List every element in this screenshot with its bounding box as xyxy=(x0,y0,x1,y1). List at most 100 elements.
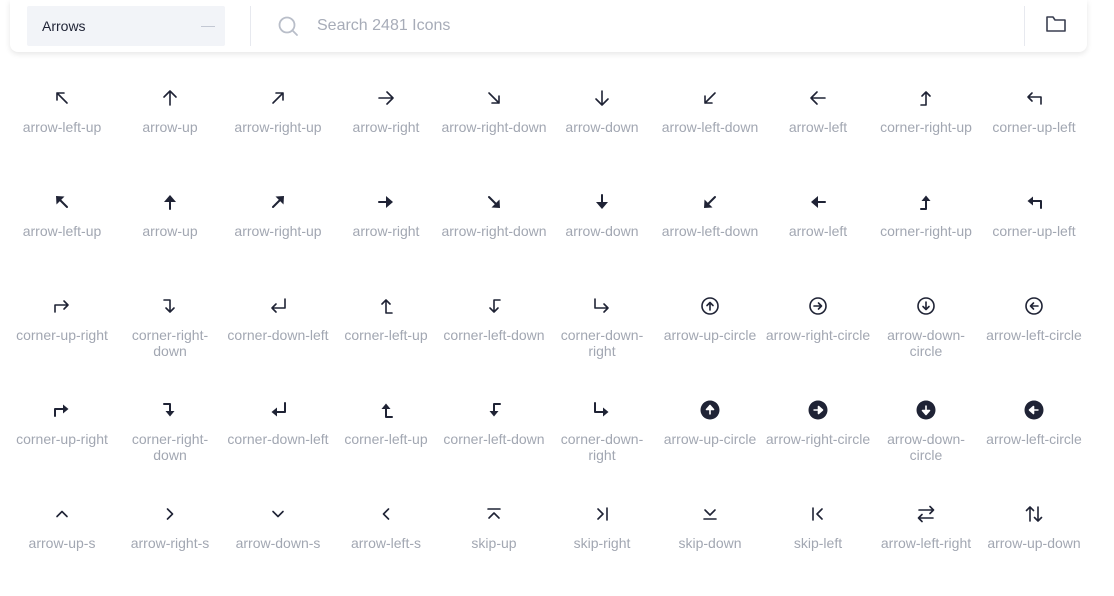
toolbar: Arrows xyxy=(10,0,1087,52)
icon-tile-arrow-down-circle[interactable]: arrow-down-circle xyxy=(872,284,980,388)
icon-tile-arrow-right[interactable]: arrow-right xyxy=(332,180,440,284)
icon-tile-arrow-down-s[interactable]: arrow-down-s xyxy=(224,492,332,596)
icon-tile-skip-up[interactable]: skip-up xyxy=(440,492,548,596)
category-select[interactable]: Arrows xyxy=(27,6,225,46)
icon-tile-skip-right[interactable]: skip-right xyxy=(548,492,656,596)
skip-left-icon xyxy=(807,503,829,525)
icon-label: skip-left xyxy=(793,535,843,551)
icon-label: arrow-left-down xyxy=(661,119,759,135)
icon-tile-arrow-up-circle[interactable]: arrow-up-circle xyxy=(656,388,764,492)
icon-label: corner-left-up xyxy=(344,431,428,447)
icon-label: arrow-right-circle xyxy=(765,327,871,343)
icon-tile-corner-left-down[interactable]: corner-left-down xyxy=(440,388,548,492)
icon-label: arrow-down-circle xyxy=(887,431,965,463)
icon-tile-arrow-up-down[interactable]: arrow-up-down xyxy=(980,492,1088,596)
search-input[interactable] xyxy=(315,5,1024,47)
icon-label: arrow-left-circle xyxy=(986,327,1082,343)
icon-tile-corner-right-down[interactable]: corner-right-down xyxy=(116,284,224,388)
icon-tile-arrow-left-up[interactable]: arrow-left-up xyxy=(8,180,116,284)
icon-tile-arrow-down-circle[interactable]: arrow-down-circle xyxy=(872,388,980,492)
icon-tile-arrow-left-right[interactable]: arrow-left-right xyxy=(872,492,980,596)
icon-tile-arrow-up[interactable]: arrow-up xyxy=(116,180,224,284)
icon-label: arrow-down-circle xyxy=(887,327,965,359)
icon-tile-arrow-left-up[interactable]: arrow-left-up xyxy=(8,76,116,180)
icon-tile-arrow-left-circle[interactable]: arrow-left-circle xyxy=(980,284,1088,388)
icon-tile-arrow-left[interactable]: arrow-left xyxy=(764,76,872,180)
arrow-up-icon xyxy=(159,191,181,213)
icon-label: arrow-right-down xyxy=(441,223,547,239)
icon-tile-arrow-right-down[interactable]: arrow-right-down xyxy=(440,180,548,284)
icon-tile-arrow-left-down[interactable]: arrow-left-down xyxy=(656,76,764,180)
icon-label: arrow-right-down xyxy=(441,119,547,135)
icon-tile-arrow-left-circle[interactable]: arrow-left-circle xyxy=(980,388,1088,492)
icon-label: arrow-up xyxy=(142,223,198,239)
icon-tile-corner-left-down[interactable]: corner-left-down xyxy=(440,284,548,388)
arrow-left-circle-icon xyxy=(1023,399,1045,421)
arrow-up-down-icon xyxy=(1023,503,1045,525)
icon-tile-arrow-right-circle[interactable]: arrow-right-circle xyxy=(764,388,872,492)
icon-tile-corner-right-down[interactable]: corner-right-down xyxy=(116,388,224,492)
icon-tile-arrow-up-circle[interactable]: arrow-up-circle xyxy=(656,284,764,388)
arrow-left-up-icon xyxy=(51,87,73,109)
icon-tile-arrow-left-down[interactable]: arrow-left-down xyxy=(656,180,764,284)
corner-right-up-icon xyxy=(915,87,937,109)
icon-tile-arrow-right-circle[interactable]: arrow-right-circle xyxy=(764,284,872,388)
icon-tile-arrow-right-s[interactable]: arrow-right-s xyxy=(116,492,224,596)
corner-left-up-icon xyxy=(375,295,397,317)
corner-down-left-icon xyxy=(267,399,289,421)
icon-tile-arrow-right-up[interactable]: arrow-right-up xyxy=(224,76,332,180)
icon-label: arrow-up-circle xyxy=(663,431,757,447)
icon-row: corner-up-right corner-right-down corner-d… xyxy=(8,284,1098,388)
icon-tile-corner-up-right[interactable]: corner-up-right xyxy=(8,388,116,492)
icon-label: corner-left-up xyxy=(344,327,428,343)
icon-tile-corner-down-left[interactable]: corner-down-left xyxy=(224,388,332,492)
arrow-left-down-icon xyxy=(699,191,721,213)
skip-up-icon xyxy=(483,503,505,525)
arrow-down-s-icon xyxy=(267,503,289,525)
icon-tile-arrow-right[interactable]: arrow-right xyxy=(332,76,440,180)
icon-tile-corner-down-right[interactable]: corner-down-right xyxy=(548,388,656,492)
icon-tile-corner-up-right[interactable]: corner-up-right xyxy=(8,284,116,388)
icon-tile-arrow-up-s[interactable]: arrow-up-s xyxy=(8,492,116,596)
icon-tile-corner-right-up[interactable]: corner-right-up xyxy=(872,180,980,284)
icon-label: arrow-right xyxy=(352,223,420,239)
icon-tile-arrow-right-up[interactable]: arrow-right-up xyxy=(224,180,332,284)
icon-label: corner-up-right xyxy=(16,327,108,343)
icon-label: arrow-left-down xyxy=(661,223,759,239)
arrow-left-s-icon xyxy=(375,503,397,525)
arrow-right-icon xyxy=(375,87,397,109)
icon-label: skip-right xyxy=(573,535,631,551)
search-icon xyxy=(277,15,299,37)
corner-down-left-icon xyxy=(267,295,289,317)
icon-tile-skip-left[interactable]: skip-left xyxy=(764,492,872,596)
folder-button[interactable] xyxy=(1025,6,1087,46)
icon-label: arrow-left-s xyxy=(350,535,421,551)
icon-label: corner-down-right xyxy=(560,327,644,359)
arrow-down-icon xyxy=(591,191,613,213)
icon-tile-corner-down-left[interactable]: corner-down-left xyxy=(224,284,332,388)
icon-tile-arrow-up[interactable]: arrow-up xyxy=(116,76,224,180)
icon-row: arrow-left-up arrow-up arrow-right-up arrow… xyxy=(8,76,1098,180)
icon-tile-arrow-left-s[interactable]: arrow-left-s xyxy=(332,492,440,596)
icon-label: corner-right-down xyxy=(131,327,209,359)
arrow-right-down-icon xyxy=(483,87,505,109)
icon-label: corner-up-left xyxy=(992,119,1076,135)
icon-tile-corner-up-left[interactable]: corner-up-left xyxy=(980,180,1088,284)
icon-label: arrow-up-down xyxy=(987,535,1081,551)
corner-right-down-icon xyxy=(159,399,181,421)
icon-tile-corner-up-left[interactable]: corner-up-left xyxy=(980,76,1088,180)
icon-tile-corner-down-right[interactable]: corner-down-right xyxy=(548,284,656,388)
icon-label: corner-up-left xyxy=(992,223,1076,239)
icon-tile-arrow-down[interactable]: arrow-down xyxy=(548,180,656,284)
icon-tile-corner-left-up[interactable]: corner-left-up xyxy=(332,284,440,388)
icon-tile-corner-right-up[interactable]: corner-right-up xyxy=(872,76,980,180)
icon-tile-corner-left-up[interactable]: corner-left-up xyxy=(332,388,440,492)
icon-tile-arrow-down[interactable]: arrow-down xyxy=(548,76,656,180)
icon-label: corner-down-left xyxy=(227,327,329,343)
icon-label: arrow-left-up xyxy=(22,223,102,239)
icon-tile-arrow-left[interactable]: arrow-left xyxy=(764,180,872,284)
corner-right-down-icon xyxy=(159,295,181,317)
icon-tile-skip-down[interactable]: skip-down xyxy=(656,492,764,596)
icon-tile-arrow-right-down[interactable]: arrow-right-down xyxy=(440,76,548,180)
arrow-up-circle-icon xyxy=(699,295,721,317)
